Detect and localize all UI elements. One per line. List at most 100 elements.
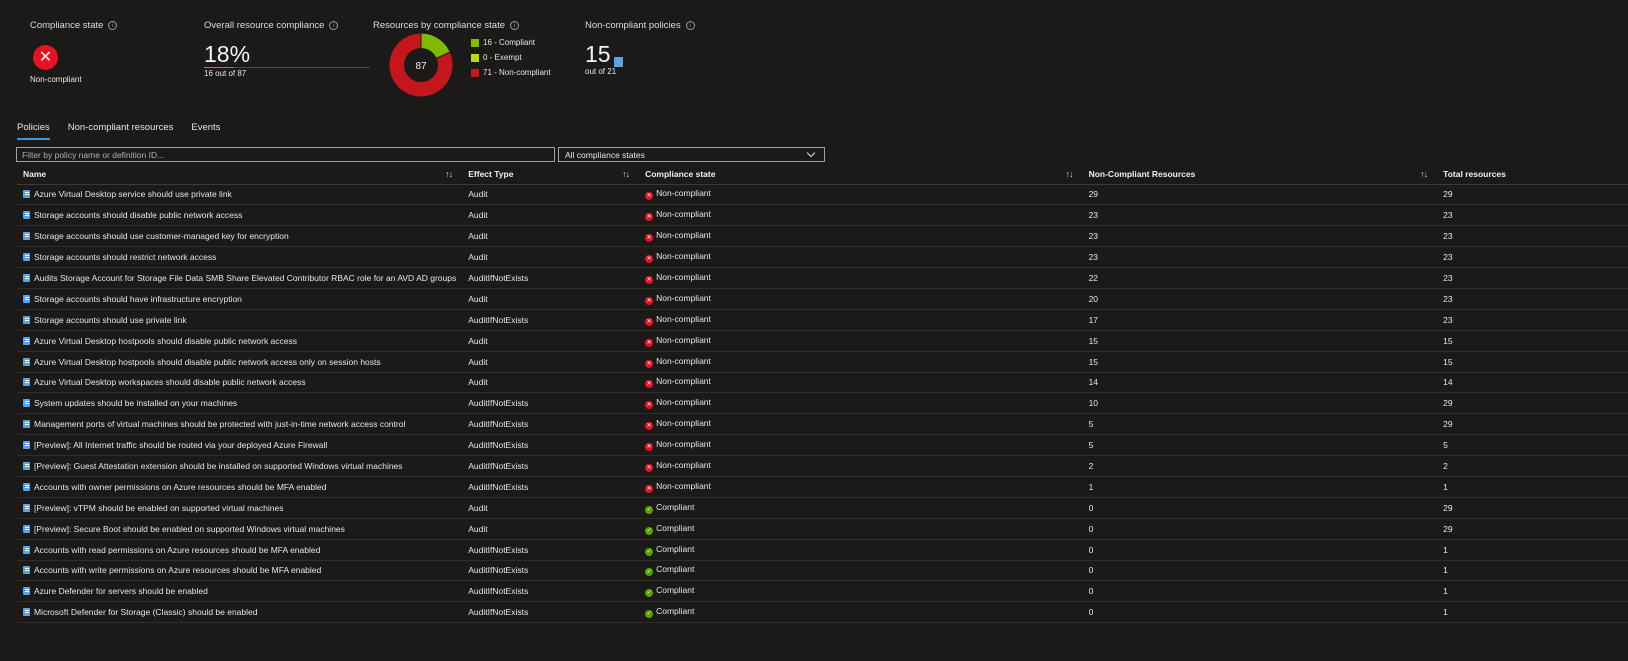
table-row[interactable]: Accounts with read permissions on Azure … — [17, 539, 1628, 561]
policy-name-cell[interactable]: Storage accounts should disable public n… — [17, 204, 463, 227]
policy-name-cell[interactable]: Azure Virtual Desktop workspaces should … — [17, 372, 463, 394]
header-label: Non-Compliant Resources — [1088, 168, 1196, 179]
policy-name-cell[interactable]: Audits Storage Account for Storage File … — [17, 267, 463, 289]
legend-label: 71 - Non-compliant — [483, 68, 551, 77]
policy-name-link[interactable]: Storage accounts should use private link — [34, 315, 187, 325]
policy-name-link[interactable]: System updates should be installed on yo… — [34, 398, 237, 408]
table-row[interactable]: Accounts with owner permissions on Azure… — [17, 476, 1628, 498]
info-icon[interactable]: i — [329, 21, 339, 30]
legend-item-compliant[interactable]: 16 - Compliant — [471, 38, 551, 47]
policy-name-link[interactable]: Accounts with write permissions on Azure… — [34, 565, 321, 575]
policy-name-link[interactable]: Azure Virtual Desktop hostpools should d… — [34, 357, 381, 367]
compliance-progress-fill — [204, 67, 234, 68]
column-header-compliance-state[interactable]: Compliance state ↑↓ — [639, 164, 1083, 185]
info-icon[interactable]: i — [685, 21, 695, 30]
total-resources-cell: 23 — [1437, 225, 1628, 248]
policy-name-link[interactable]: Azure Virtual Desktop service should use… — [34, 189, 232, 199]
table-row[interactable]: Storage accounts should use customer-man… — [17, 225, 1628, 248]
info-icon[interactable]: i — [108, 21, 118, 30]
table-row[interactable]: Azure Virtual Desktop workspaces should … — [17, 372, 1628, 394]
policy-name-cell[interactable]: Azure Virtual Desktop hostpools should d… — [17, 351, 463, 373]
table-row[interactable]: System updates should be installed on yo… — [17, 392, 1628, 415]
policy-name-cell[interactable]: [Preview]: Secure Boot should be enabled… — [17, 518, 463, 540]
policy-name-link[interactable]: Accounts with owner permissions on Azure… — [34, 482, 326, 492]
compliance-state-text: Compliant — [656, 543, 695, 554]
table-row[interactable]: Azure Virtual Desktop hostpools should d… — [17, 330, 1628, 352]
table-row[interactable]: Storage accounts should have infrastruct… — [17, 288, 1628, 310]
tab-events[interactable]: Events — [191, 122, 220, 140]
policy-name-link[interactable]: Azure Virtual Desktop workspaces should … — [34, 377, 306, 387]
sort-icon[interactable]: ↑↓ — [622, 169, 630, 179]
policy-name-cell[interactable]: Microsoft Defender for Storage (Classic)… — [17, 601, 463, 624]
policy-name-cell[interactable]: Storage accounts should restrict network… — [17, 246, 463, 269]
compliance-state-cell: ✕ Non-compliant — [639, 330, 1083, 352]
policy-name-link[interactable]: Audits Storage Account for Storage File … — [34, 273, 456, 283]
policy-name-cell[interactable]: Azure Virtual Desktop service should use… — [17, 184, 463, 206]
policy-name-cell[interactable]: [Preview]: Guest Attestation extension s… — [17, 455, 463, 477]
compliance-state-text: Non-compliant — [656, 209, 711, 220]
policy-name-cell[interactable]: Storage accounts should have infrastruct… — [17, 288, 463, 310]
table-row[interactable]: Storage accounts should use private link… — [17, 309, 1628, 331]
legend-item-non-compliant[interactable]: 71 - Non-compliant — [471, 68, 551, 77]
effect-type-cell: AuditIfNotExists — [462, 580, 640, 603]
table-row[interactable]: Azure Defender for servers should be ena… — [17, 580, 1628, 603]
policy-name-cell[interactable]: Storage accounts should use private link — [17, 309, 463, 331]
table-row[interactable]: [Preview]: vTPM should be enabled on sup… — [17, 497, 1628, 519]
sort-icon[interactable]: ↑↓ — [1066, 169, 1074, 179]
error-circle-icon: ✕ — [645, 422, 654, 431]
table-row[interactable]: Microsoft Defender for Storage (Classic)… — [17, 601, 1628, 624]
policy-name-cell[interactable]: Azure Virtual Desktop hostpools should d… — [17, 330, 463, 352]
tab-policies[interactable]: Policies — [17, 122, 50, 140]
non-compliant-resources-cell: 0 — [1082, 580, 1438, 603]
table-row[interactable]: Accounts with write permissions on Azure… — [17, 560, 1628, 582]
error-circle-icon: ✕ — [645, 213, 654, 222]
table-row[interactable]: Azure Virtual Desktop hostpools should d… — [17, 351, 1628, 373]
policy-name-link[interactable]: Accounts with read permissions on Azure … — [34, 545, 320, 555]
compliance-state-dropdown[interactable]: All compliance states — [558, 147, 825, 162]
policy-name-link[interactable]: Storage accounts should disable public n… — [34, 210, 242, 220]
compliance-state-cell: ✕ Non-compliant — [639, 413, 1083, 436]
policy-name-link[interactable]: [Preview]: All Internet traffic should b… — [34, 440, 327, 450]
compliance-state-text: Non-compliant — [656, 334, 711, 345]
table-row[interactable]: [Preview]: Guest Attestation extension s… — [17, 455, 1628, 477]
tab-non-compliant-resources[interactable]: Non-compliant resources — [68, 122, 174, 140]
legend-label: 16 - Compliant — [483, 38, 536, 47]
table-row[interactable]: Storage accounts should disable public n… — [17, 204, 1628, 227]
table-row[interactable]: Azure Virtual Desktop service should use… — [17, 184, 1628, 206]
sort-icon[interactable]: ↑↓ — [445, 169, 453, 179]
policy-name-link[interactable]: Storage accounts should restrict network… — [34, 252, 216, 262]
policy-name-cell[interactable]: Accounts with write permissions on Azure… — [17, 560, 463, 582]
table-row[interactable]: Audits Storage Account for Storage File … — [17, 267, 1628, 289]
overall-sub: 16 out of 87 — [204, 69, 247, 78]
sort-icon[interactable]: ↑↓ — [1420, 169, 1428, 179]
policy-name-link[interactable]: Storage accounts should use customer-man… — [34, 231, 289, 241]
column-header-name[interactable]: Name ↑↓ — [17, 164, 463, 185]
policy-name-link[interactable]: [Preview]: vTPM should be enabled on sup… — [34, 503, 283, 513]
policy-name-link[interactable]: Storage accounts should have infrastruct… — [34, 294, 242, 304]
table-row[interactable]: Management ports of virtual machines sho… — [17, 413, 1628, 436]
policy-name-link[interactable]: Microsoft Defender for Storage (Classic)… — [34, 607, 257, 617]
column-header-total-resources[interactable]: Total resources — [1437, 164, 1628, 185]
policy-name-cell[interactable]: Accounts with owner permissions on Azure… — [17, 476, 463, 498]
table-row[interactable]: [Preview]: All Internet traffic should b… — [17, 434, 1628, 457]
column-header-non-compliant-resources[interactable]: Non-Compliant Resources ↑↓ — [1082, 164, 1438, 185]
legend-item-exempt[interactable]: 0 - Exempt — [471, 53, 551, 62]
compliance-state-text: Compliant — [656, 606, 695, 617]
policy-name-cell[interactable]: [Preview]: vTPM should be enabled on sup… — [17, 497, 463, 519]
policy-name-cell[interactable]: Storage accounts should use customer-man… — [17, 225, 463, 248]
info-icon[interactable]: i — [510, 21, 520, 30]
policy-name-link[interactable]: [Preview]: Secure Boot should be enabled… — [34, 524, 345, 534]
policy-name-cell[interactable]: [Preview]: All Internet traffic should b… — [17, 434, 463, 457]
policy-name-link[interactable]: Azure Defender for servers should be ena… — [34, 586, 208, 596]
policy-name-link[interactable]: [Preview]: Guest Attestation extension s… — [34, 461, 403, 471]
column-header-effect-type[interactable]: Effect Type ↑↓ — [462, 164, 640, 185]
table-row[interactable]: Storage accounts should restrict network… — [17, 246, 1628, 269]
policy-filter-input[interactable] — [16, 147, 555, 162]
policy-name-cell[interactable]: Management ports of virtual machines sho… — [17, 413, 463, 436]
table-row[interactable]: [Preview]: Secure Boot should be enabled… — [17, 518, 1628, 540]
policy-name-link[interactable]: Azure Virtual Desktop hostpools should d… — [34, 336, 297, 346]
policy-name-cell[interactable]: System updates should be installed on yo… — [17, 392, 463, 415]
policy-name-cell[interactable]: Accounts with read permissions on Azure … — [17, 539, 463, 561]
policy-name-cell[interactable]: Azure Defender for servers should be ena… — [17, 580, 463, 603]
policy-name-link[interactable]: Management ports of virtual machines sho… — [34, 419, 405, 429]
